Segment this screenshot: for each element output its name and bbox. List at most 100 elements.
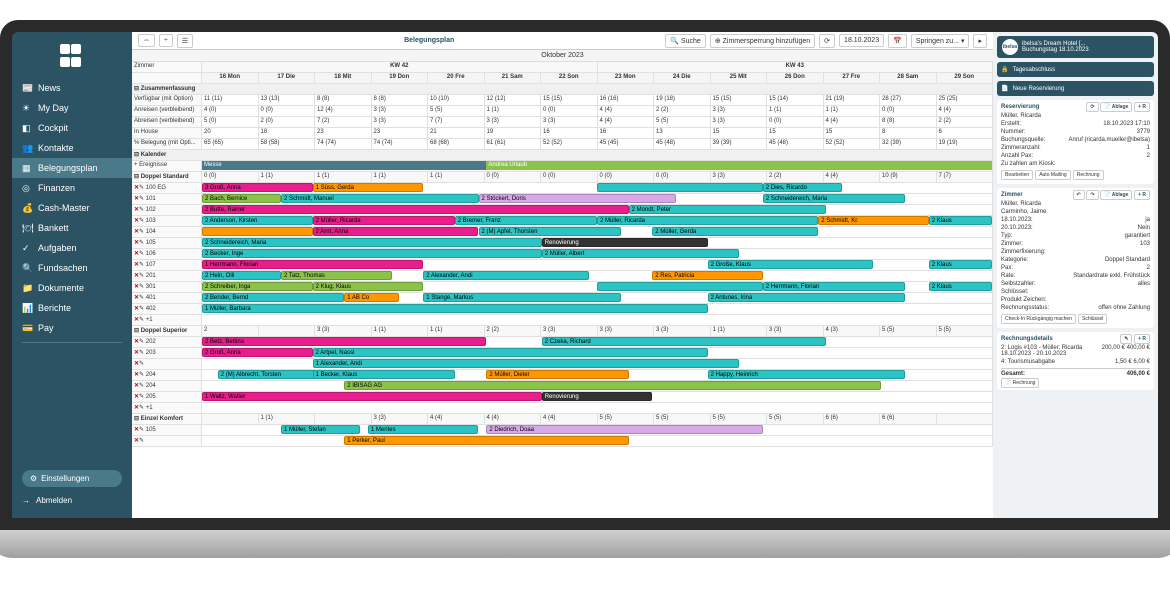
booking-bar[interactable]: 2 Antunes, Irina — [708, 293, 906, 302]
room-number[interactable]: ✕✎ 103 — [132, 216, 202, 227]
booking-bar[interactable]: 2 Czeka, Richard — [542, 337, 826, 346]
refresh-icon[interactable]: ⟳ — [1086, 102, 1098, 112]
menu-icon[interactable]: ☰ — [177, 34, 193, 48]
booking-bar[interactable]: 2 Müller, Ricarda — [597, 216, 818, 225]
booking-bar[interactable]: 2 Klaus — [929, 216, 992, 225]
res-action-button[interactable]: Auto Mailing — [1035, 170, 1071, 180]
booking-bar[interactable]: 1 Perker, Paul — [344, 436, 628, 445]
booking-bar[interactable]: 2 Anderson, Kirsten — [202, 216, 313, 225]
booking-bar[interactable]: 2 Alexander, Andi — [423, 271, 589, 280]
room-number[interactable]: ✕✎ 203 — [132, 348, 202, 359]
event-bar[interactable]: Messe — [202, 161, 486, 170]
category-header[interactable]: ⊟ Doppel Standard — [132, 172, 202, 183]
booking-bar[interactable]: 2 Schneidereich, Maria — [763, 194, 905, 203]
summary-header[interactable]: ⊟ Zusammenfassung — [132, 84, 993, 95]
booking-bar[interactable]: 2 Bremer, Franz — [455, 216, 597, 225]
booking-bar[interactable]: 2 Müller, Albert — [542, 249, 740, 258]
booking-bar[interactable]: 1 Süss, Gerda — [313, 183, 424, 192]
add-icon[interactable]: + R — [1134, 334, 1150, 344]
booking-bar[interactable]: 2 Butte, Rainer — [202, 205, 629, 214]
booking-bar[interactable]: 2 Bender, Bernd — [202, 293, 344, 302]
booking-bar[interactable]: 2 Müller, Ricarda — [313, 216, 455, 225]
room-number[interactable]: ✕✎ 100 EG — [132, 183, 202, 194]
booking-bar[interactable]: 2 Betz, Bettina — [202, 337, 486, 346]
new-reservation-button[interactable]: 📄 Neue Reservierung — [997, 81, 1154, 96]
booking-bar[interactable]: 2 Tatz, Thomas — [281, 271, 392, 280]
booking-bar[interactable]: 1 Stange, Markus — [423, 293, 621, 302]
calendar-header[interactable]: ⊟ Kalender — [132, 150, 993, 161]
add-icon[interactable]: + R — [1134, 190, 1150, 200]
add-roomlock-button[interactable]: ⊕ Zimmersperrung hinzufügen — [710, 34, 815, 48]
category-header[interactable]: ⊟ Einzel Komfort — [132, 414, 202, 425]
events-label[interactable]: + Ereignisse — [132, 161, 202, 172]
room-number[interactable]: ✕✎ 204 — [132, 381, 202, 392]
room-number[interactable]: ✕✎ 204 — [132, 370, 202, 381]
room-number[interactable]: ✕✎ 105 — [132, 238, 202, 249]
sidebar-item-berichte[interactable]: 📊Berichte — [12, 298, 132, 318]
room-number[interactable]: ✕✎ 106 — [132, 249, 202, 260]
sidebar-item-bankett[interactable]: 🍽Bankett — [12, 218, 132, 238]
sidebar-item-kontakte[interactable]: 👥Kontakte — [12, 138, 132, 158]
booking-bar[interactable]: 3 Groß, Anna — [202, 183, 313, 192]
room-number[interactable]: ✕✎ +1 — [132, 403, 202, 414]
room-number[interactable]: ✕✎ 107 — [132, 260, 202, 271]
booking-bar[interactable]: 2 Hein, Olli — [202, 271, 281, 280]
booking-bar[interactable]: 2 IBISAG AG — [344, 381, 881, 390]
expand-icon[interactable]: ⇔ — [138, 34, 155, 47]
booking-bar[interactable]: 2 Dies, Ricardo — [763, 183, 842, 192]
booking-bar[interactable]: 1 Waltz, Walter — [202, 392, 542, 401]
booking-bar[interactable]: 2 Große, Klaus — [708, 260, 874, 269]
room-number[interactable]: ✕✎ +1 — [132, 315, 202, 326]
booking-bar[interactable] — [202, 227, 313, 236]
booking-bar[interactable]: 2 Diedrich, Doaa — [486, 425, 763, 434]
booking-bar[interactable]: 2 Groß, Anna — [202, 348, 313, 357]
booking-bar[interactable]: 1 Müller, Barbara — [202, 304, 708, 313]
booking-bar[interactable]: 2 Bach, Bernice — [202, 194, 281, 203]
prev-icon[interactable]: ↶ — [1073, 190, 1085, 200]
room-number[interactable]: ✕✎ — [132, 359, 202, 370]
sidebar-item-news[interactable]: 📰News — [12, 78, 132, 98]
sidebar-item-dokumente[interactable]: 📁Dokumente — [12, 278, 132, 298]
more-icon[interactable]: ▸ — [973, 34, 987, 48]
booking-bar[interactable]: 1 Mentes — [368, 425, 479, 434]
booking-bar[interactable]: 2 Arnt, Anna — [313, 227, 479, 236]
booking-bar[interactable]: 2 Becker, Inge — [202, 249, 542, 258]
invoice-button[interactable]: 📄 Rechnung — [1001, 378, 1039, 388]
booking-bar[interactable]: Renovierung — [542, 392, 653, 401]
filing-button[interactable]: 📄 Ablage — [1100, 102, 1132, 112]
booking-bar[interactable] — [597, 282, 763, 291]
sidebar-item-belegungsplan[interactable]: ▦Belegungsplan — [12, 158, 132, 178]
res-action-button[interactable]: Rechnung — [1073, 170, 1104, 180]
sidebar-item-pay[interactable]: 💳Pay — [12, 318, 132, 338]
room-number[interactable]: ✕✎ 202 — [132, 337, 202, 348]
room-number[interactable]: ✕✎ 401 — [132, 293, 202, 304]
jump-to-button[interactable]: Springen zu... ▾ — [911, 34, 970, 48]
sidebar-item-fundsachen[interactable]: 🔍Fundsachen — [12, 258, 132, 278]
booking-bar[interactable]: 2 Artpel, Nassi — [313, 348, 708, 357]
filing-button[interactable]: 📄 Ablage — [1100, 190, 1132, 200]
date-input[interactable]: 18.10.2023 — [839, 34, 884, 47]
room-number[interactable]: ✕✎ 402 — [132, 304, 202, 315]
booking-bar[interactable]: 2 Herrmann, Florian — [763, 282, 905, 291]
room-number[interactable]: ✕✎ 101 — [132, 194, 202, 205]
next-icon[interactable]: ↷ — [1086, 190, 1098, 200]
booking-bar[interactable]: 2 Schneidereich, Maria — [202, 238, 542, 247]
booking-bar[interactable]: 2 Müller, Dieter — [486, 370, 628, 379]
booking-bar[interactable]: 1 AB Co — [344, 293, 399, 302]
booking-bar[interactable]: 2 (M) Apfel, Thorsten — [479, 227, 621, 236]
booking-bar[interactable]: 2 Res, Patricia — [652, 271, 763, 280]
daily-close-button[interactable]: 🔒 Tagesabschluss — [997, 62, 1154, 77]
sidebar-item-cash-master[interactable]: 💰Cash-Master — [12, 198, 132, 218]
zimmer-action-button[interactable]: Schlüssel — [1078, 314, 1107, 324]
booking-bar[interactable]: 2 Klug, Klaus — [313, 282, 424, 291]
res-action-button[interactable]: Bearbeiten — [1001, 170, 1033, 180]
settings-button[interactable]: ⚙ Einstellungen — [22, 470, 122, 487]
room-number[interactable]: ✕✎ 205 — [132, 392, 202, 403]
zimmer-action-button[interactable]: Check-In Rückgängig machen — [1001, 314, 1076, 324]
room-number[interactable]: ✕✎ 104 — [132, 227, 202, 238]
booking-bar[interactable]: 2 Happy, Heinrich — [708, 370, 906, 379]
add-icon[interactable]: + R — [1134, 102, 1150, 112]
booking-bar[interactable]: 2 Klaus — [929, 282, 992, 291]
booking-bar[interactable]: 1 Alexander, Andi — [313, 359, 740, 368]
sidebar-item-my day[interactable]: ☀My Day — [12, 98, 132, 118]
